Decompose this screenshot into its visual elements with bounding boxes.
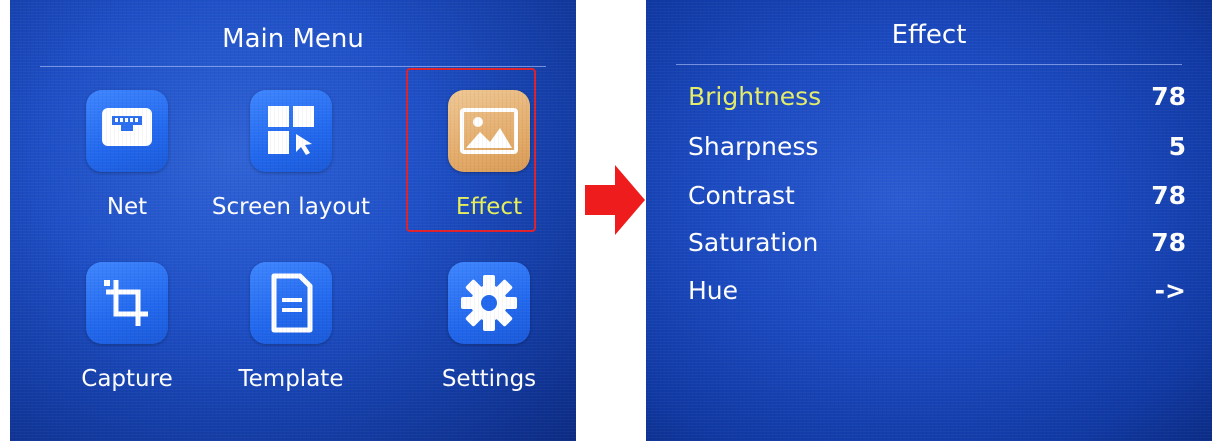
effect-row-brightness[interactable]: Brightness 78 (688, 82, 1186, 122)
effect-row-name: Hue (688, 276, 739, 305)
effect-row-name: Brightness (688, 82, 822, 111)
arrow-right-icon (585, 165, 645, 235)
main-menu-title: Main Menu (222, 24, 364, 54)
menu-item-label: Net (106, 194, 148, 220)
menu-item-screen-layout[interactable]: Screen layout (212, 82, 370, 232)
effect-row-sharpness[interactable]: Sharpness 5 (688, 132, 1186, 172)
document-icon (250, 262, 332, 344)
ethernet-port-icon (86, 90, 168, 172)
divider (676, 64, 1182, 65)
menu-item-label: Capture (81, 366, 173, 392)
menu-item-settings[interactable]: Settings (414, 254, 564, 404)
effect-row-hue[interactable]: Hue -> (688, 276, 1186, 316)
screen-layout-icon (250, 90, 332, 172)
menu-item-template[interactable]: Template (216, 254, 366, 404)
effect-row-value: 5 (1168, 132, 1186, 161)
image-icon (448, 90, 530, 172)
menu-item-capture[interactable]: Capture (52, 254, 202, 404)
effect-row-saturation[interactable]: Saturation 78 (688, 228, 1186, 268)
menu-item-effect[interactable]: Effect (406, 68, 564, 232)
effect-row-contrast[interactable]: Contrast 78 (688, 181, 1186, 221)
divider (40, 66, 546, 67)
effect-row-name: Contrast (688, 181, 795, 210)
menu-item-net[interactable]: Net (52, 82, 202, 232)
effect-row-value: 78 (1151, 181, 1186, 210)
effect-row-name: Saturation (688, 228, 819, 257)
gear-icon (448, 262, 530, 344)
menu-item-label: Effect (455, 194, 523, 220)
menu-item-label: Template (238, 366, 344, 392)
effect-menu-title: Effect (891, 20, 967, 50)
effect-row-value: 78 (1151, 82, 1186, 111)
effect-row-value: 78 (1151, 228, 1186, 257)
effect-row-name: Sharpness (688, 132, 819, 161)
effect-row-value: -> (1154, 276, 1186, 305)
crop-icon (86, 262, 168, 344)
effect-menu-screen: Effect Brightness 78 Sharpness 5 Contras… (646, 0, 1212, 441)
menu-item-label: Settings (441, 366, 537, 392)
menu-item-label: Screen layout (211, 194, 371, 220)
main-menu-screen: Main Menu Net Screen layout Effect Captu… (10, 0, 576, 441)
